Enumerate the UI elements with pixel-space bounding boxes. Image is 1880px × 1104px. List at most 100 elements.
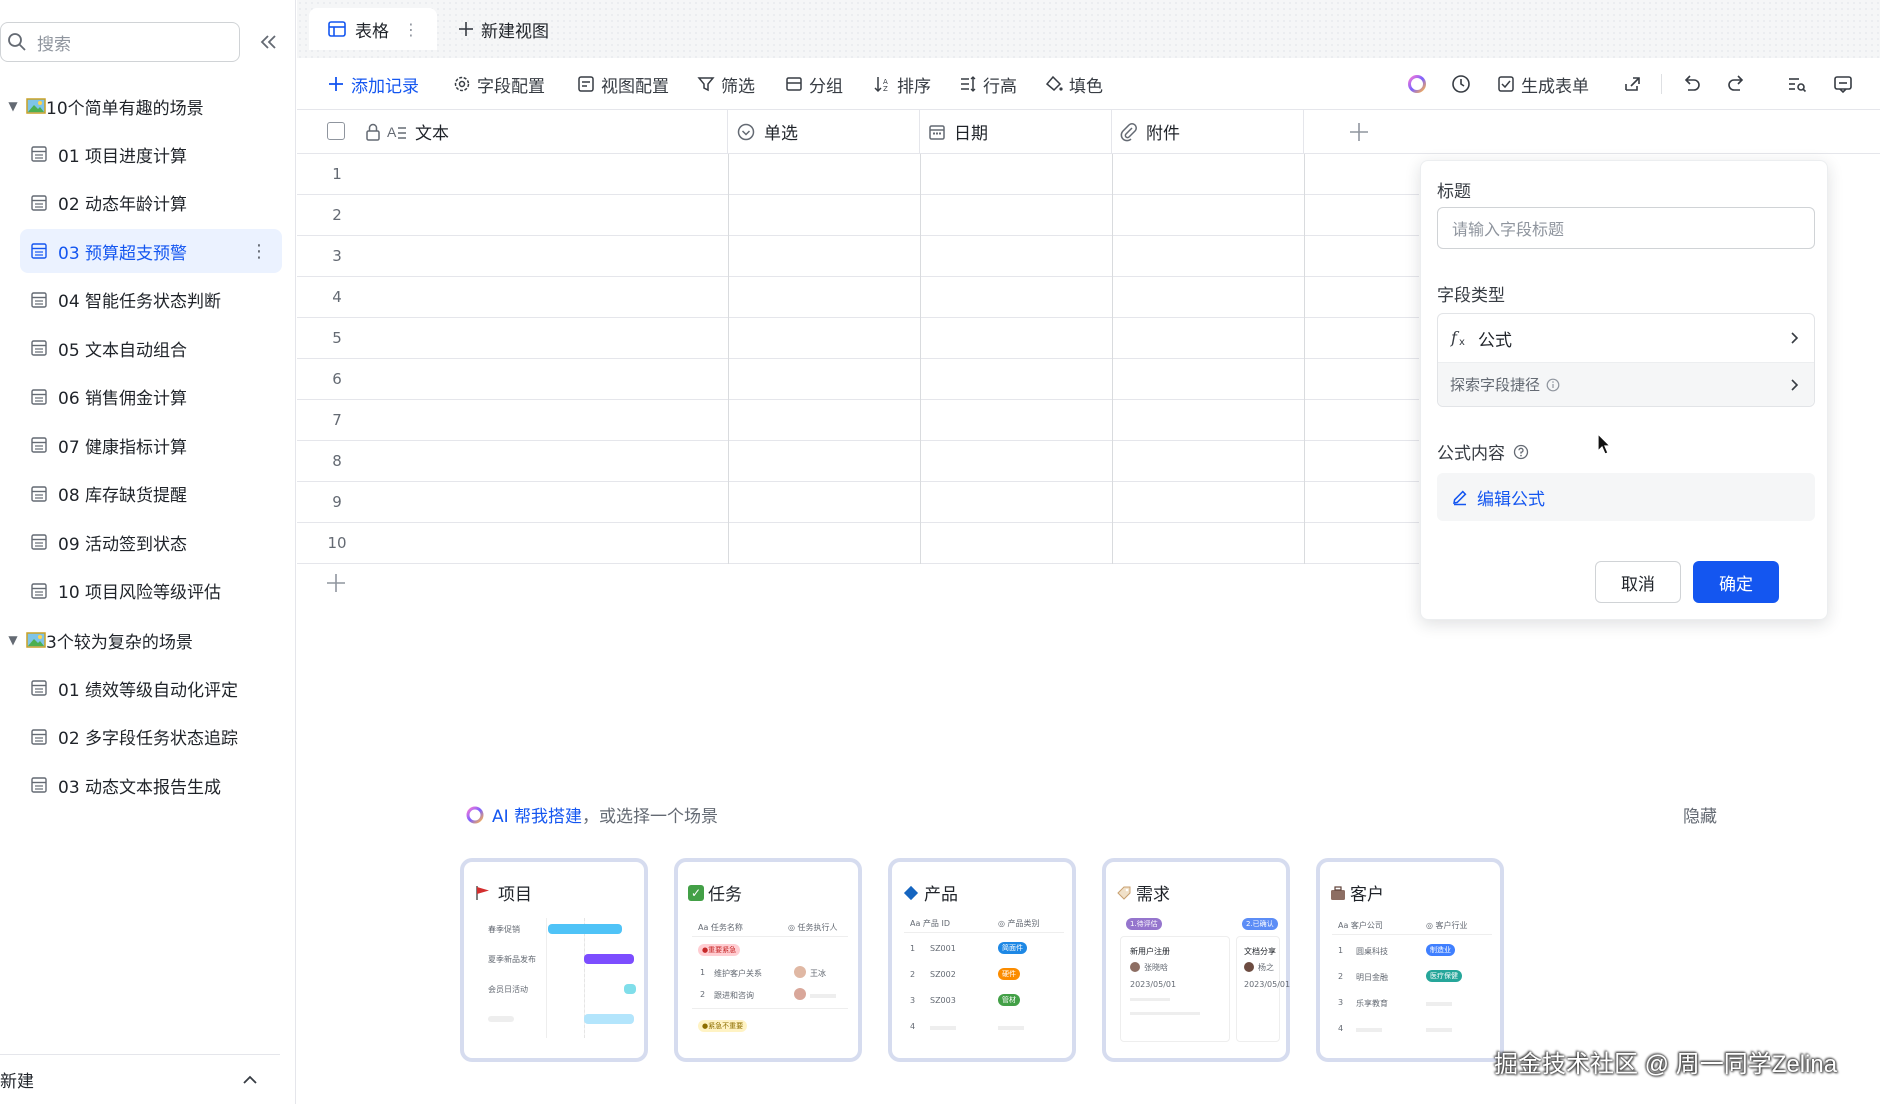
group-complex-scenarios[interactable]: ▼ 3个较为复杂的场景 [0, 620, 296, 660]
comment-icon[interactable] [1831, 72, 1855, 96]
collapse-sidebar-icon[interactable] [256, 30, 280, 54]
sidebar-item[interactable]: 04 智能任务状态判断 [20, 278, 282, 322]
table-icon [30, 582, 48, 600]
new-view-button[interactable]: 新建视图 [457, 8, 549, 50]
explore-shortcut-row[interactable]: 探索字段捷径 [1438, 362, 1814, 406]
scenario-card-demand[interactable]: 需求 1.待评估 2.已确认 新用户注册 张晓晗 2023/05/01 文档分享… [1102, 858, 1290, 1062]
help-icon[interactable] [1513, 444, 1529, 460]
gantt-bar [584, 1014, 634, 1024]
search-input[interactable]: 搜索 [0, 22, 240, 62]
table-row[interactable]: 5 [297, 318, 1419, 359]
scenario-card-task[interactable]: ✓ 任务 Aa 任务名称 ◎ 任务执行人 ● 重要紧急 1 维护客户关系 王冰 … [674, 858, 862, 1062]
sidebar-item[interactable]: 06 销售佣金计算 [20, 375, 282, 419]
table-row[interactable]: 10 [297, 523, 1419, 564]
column-header-single-select[interactable]: 单选 [728, 110, 920, 154]
sidebar-item[interactable]: 07 健康指标计算 [20, 423, 282, 467]
column-header-text[interactable]: A 文本 [297, 110, 728, 154]
person-name: 杨之 [1258, 963, 1274, 972]
add-row-icon[interactable] [325, 572, 347, 594]
table-row[interactable]: 8 [297, 441, 1419, 482]
row-number: 3 [332, 247, 342, 265]
sort-button[interactable]: AZ 排序 [873, 58, 931, 110]
field-title-input[interactable]: 请输入字段标题 [1437, 207, 1815, 249]
diamond-icon [903, 885, 919, 900]
column-title: 附件 [1146, 124, 1180, 144]
product-tag: 硬件 [998, 968, 1020, 980]
customer-company: 明日金融 [1356, 973, 1388, 982]
new-button[interactable]: 新建 [0, 1067, 34, 1092]
card-title-text: 项目 [498, 885, 532, 905]
table-icon [30, 776, 48, 794]
table-row[interactable]: 9 [297, 482, 1419, 523]
cancel-button[interactable]: 取消 [1595, 561, 1681, 603]
placeholder-bar [1426, 1002, 1452, 1006]
add-column-icon[interactable] [1348, 121, 1370, 143]
filter-icon [697, 77, 715, 92]
add-record-button[interactable]: 添加记录 [327, 58, 419, 110]
ai-build-link[interactable]: AI 帮我搭建 [492, 802, 582, 827]
tag-icon [1117, 886, 1131, 900]
select-all-checkbox[interactable] [327, 122, 345, 140]
sidebar-item[interactable]: 03 动态文本报告生成 [20, 763, 282, 807]
confirm-button[interactable]: 确定 [1693, 561, 1779, 603]
table-icon [30, 728, 48, 746]
view-config-button[interactable]: 视图配置 [577, 58, 669, 110]
divider [1332, 934, 1492, 935]
undo-icon[interactable] [1679, 72, 1703, 96]
scenario-card-project[interactable]: 项目 春季促销 夏季新品发布 会员日活动 [460, 858, 648, 1062]
table-row[interactable]: 4 [297, 277, 1419, 318]
share-icon[interactable] [1621, 72, 1645, 96]
scenario-card-product[interactable]: 产品 Aa 产品 ID ◎ 产品类别 1 SZ001 简面件 2 SZ002 硬… [888, 858, 1076, 1062]
sidebar-item[interactable]: 08 库存缺货提醒 [20, 472, 282, 516]
sidebar-item[interactable]: 03 预算超支预警 ⋮ [20, 229, 282, 273]
table-row[interactable]: 7 [297, 400, 1419, 441]
group-simple-scenarios[interactable]: ▼ 10个简单有趣的场景 [0, 86, 296, 126]
column-header-attachment[interactable]: 附件 [1112, 110, 1304, 154]
column-header-date[interactable]: 日期 [920, 110, 1112, 154]
avatar [794, 966, 806, 978]
sidebar-item[interactable]: 09 活动签到状态 [20, 520, 282, 564]
field-config-button[interactable]: 字段配置 [453, 58, 545, 110]
paperclip-icon [1120, 122, 1137, 141]
scenario-card-customer[interactable]: 客户 Aa 客户公司 ◎ 客户行业 1 圆桌科技 制造业 2 明日金融 医疗保健… [1316, 858, 1504, 1062]
row-number: 10 [327, 534, 347, 552]
group-button[interactable]: 分组 [785, 58, 843, 110]
customer-tag: 医疗保健 [1426, 970, 1462, 982]
fill-color-button[interactable]: 填色 [1045, 58, 1103, 110]
sidebar-item[interactable]: 05 文本自动组合 [20, 326, 282, 370]
hide-button[interactable]: 隐藏 [1683, 802, 1717, 827]
tab-more-icon[interactable]: ⋮ [403, 20, 419, 39]
table-row[interactable]: 2 [297, 195, 1419, 236]
generate-form-button[interactable]: 生成表单 [1497, 58, 1589, 110]
search-records-icon[interactable] [1785, 72, 1809, 96]
caret-down-icon: ▼ [8, 633, 18, 647]
task-header-text: 任务执行人 [797, 923, 838, 932]
filter-label: 筛选 [721, 76, 755, 97]
table-row[interactable]: 3 [297, 236, 1419, 277]
more-icon[interactable]: ⋮ [250, 241, 268, 262]
gantt-bar [584, 954, 634, 964]
chevron-up-icon[interactable] [240, 1070, 260, 1090]
demand-title: 新用户注册 [1130, 947, 1170, 956]
sidebar-item[interactable]: 01 绩效等级自动化评定 [20, 666, 282, 710]
field-type-select[interactable]: fx 公式 [1438, 314, 1814, 362]
tag-urgent-not-important: ● 紧急不重要 [698, 1020, 748, 1032]
table-row[interactable]: 6 [297, 359, 1419, 400]
tab-table-view[interactable]: 表格 ⋮ [309, 8, 437, 50]
customer-tag: 制造业 [1426, 944, 1455, 956]
sidebar-item[interactable]: 01 项目进度计算 [20, 132, 282, 176]
sidebar-item-label: 06 销售佣金计算 [58, 389, 188, 409]
row-height-button[interactable]: 行高 [959, 58, 1017, 110]
automation-icon[interactable] [1449, 72, 1473, 96]
demand-tag: 1.待评估 [1126, 918, 1162, 930]
sidebar-item[interactable]: 02 动态年龄计算 [20, 181, 282, 225]
table-icon [30, 291, 48, 309]
redo-icon[interactable] [1725, 72, 1749, 96]
edit-formula-button[interactable]: 编辑公式 [1437, 473, 1815, 521]
filter-button[interactable]: 筛选 [697, 58, 755, 110]
table-row[interactable]: 1 [297, 154, 1419, 195]
sidebar-item[interactable]: 10 项目风险等级评估 [20, 569, 282, 613]
ai-ring-icon[interactable] [1405, 72, 1429, 96]
sidebar-item[interactable]: 02 多字段任务状态追踪 [20, 715, 282, 759]
view-tabs-bar: 表格 ⋮ 新建视图 [297, 0, 1880, 58]
